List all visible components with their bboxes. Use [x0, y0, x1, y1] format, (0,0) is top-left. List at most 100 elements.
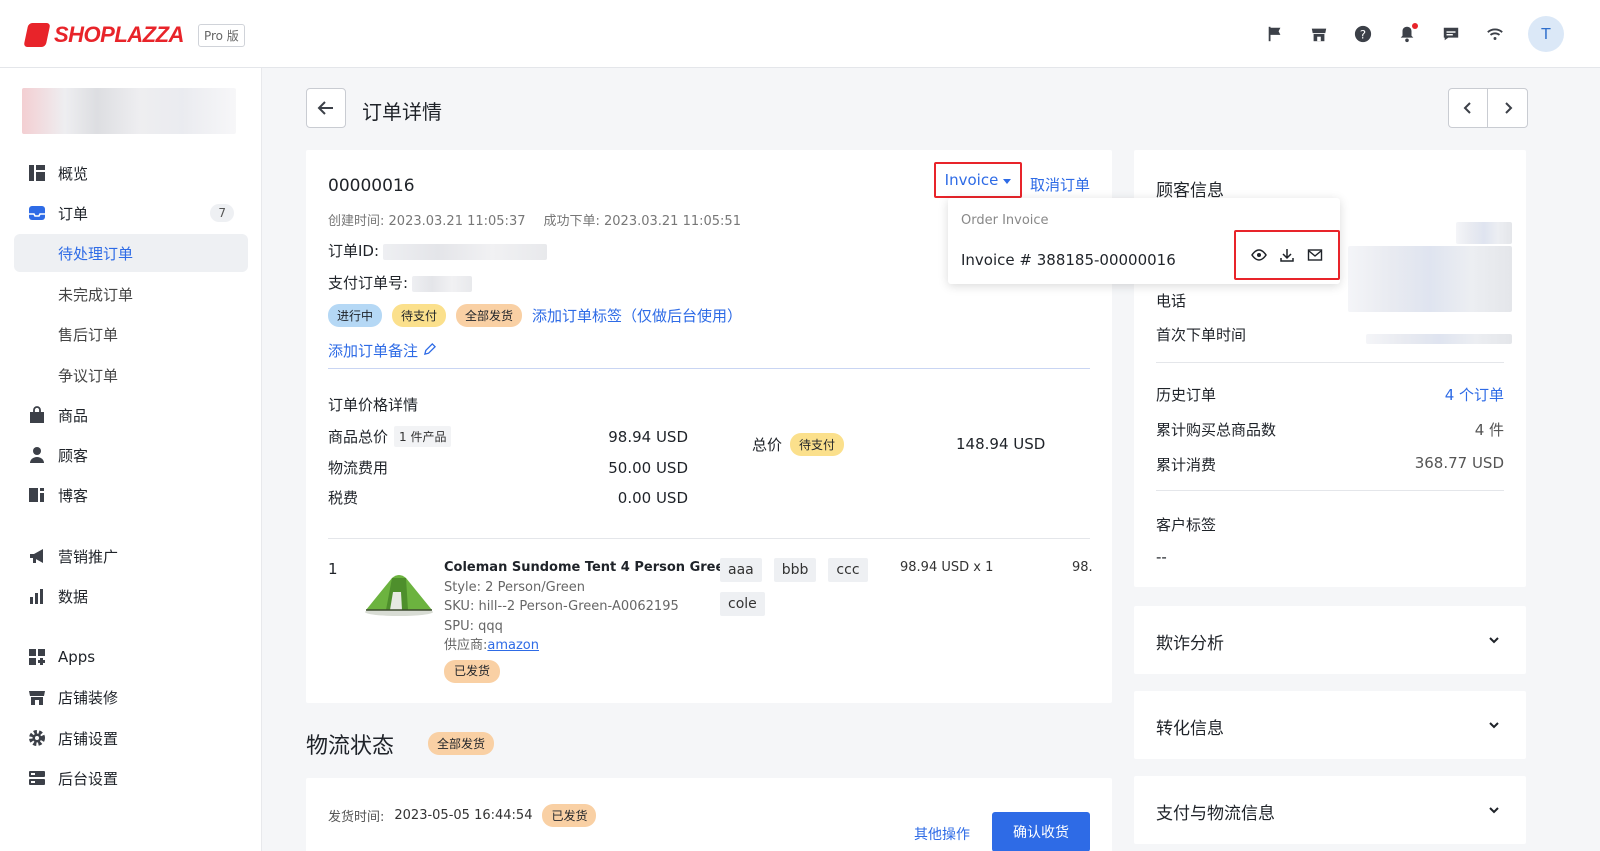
flag-icon[interactable] [1264, 23, 1286, 45]
status-tag: 进行中 [328, 304, 383, 327]
divider [1156, 362, 1504, 363]
sidebar-item-label: 概览 [58, 164, 89, 183]
history-orders-label: 历史订单 [1156, 386, 1217, 404]
store-name-blurred[interactable] [22, 88, 236, 134]
fraud-analysis-accordion[interactable]: 欺诈分析 [1134, 606, 1526, 674]
created-label: 创建时间: [328, 214, 385, 229]
payment-no-field: 支付订单号: [328, 272, 473, 293]
invoice-button-label: Invoice [944, 171, 999, 189]
sidebar-item-apps[interactable]: Apps [14, 638, 248, 676]
payment-logistics-accordion[interactable]: 支付与物流信息 [1134, 776, 1526, 844]
total-items-label: 累计购买总商品数 [1156, 421, 1277, 439]
sidebar-item-blog[interactable]: 博客 [14, 476, 248, 514]
invoice-item[interactable]: Invoice # 388185-00000016 [961, 251, 1176, 269]
order-id-label: 订单ID: [328, 242, 380, 260]
cancel-order-link[interactable]: 取消订单 [1030, 174, 1090, 195]
eye-icon[interactable] [1251, 247, 1267, 263]
sidebar-item-marketing[interactable]: 营销推广 [14, 537, 248, 575]
logistics-card: 发货时间: 2023-05-05 16:44:54 已发货 其他操作 确认收货 [306, 778, 1112, 851]
logistics-status-tag: 全部发货 [428, 732, 495, 755]
sidebar-item-aftersale-orders[interactable]: 售后订单 [14, 315, 248, 353]
invoice-actions [1234, 230, 1340, 280]
first-order-blurred [1366, 334, 1512, 344]
wifi-icon[interactable] [1484, 23, 1506, 45]
price-section-title: 订单价格详情 [328, 396, 419, 414]
payment-no-label: 支付订单号: [328, 274, 409, 292]
invoice-dropdown-header: Order Invoice [961, 213, 1049, 228]
bag-icon [28, 406, 46, 424]
phone-row: 电话 [1156, 290, 1504, 311]
customer-tags-label: 客户标签 [1156, 516, 1217, 534]
invoice-dropdown-menu: Order Invoice Invoice # 388185-00000016 [948, 198, 1340, 284]
subtotal-value: 98.94 USD [608, 427, 688, 446]
customer-tags-value: -- [1156, 548, 1167, 566]
notification-dot [1412, 23, 1418, 29]
success-label: 成功下单: [543, 214, 600, 229]
product-status-tag: 已发货 [444, 659, 501, 683]
sidebar-item-label: 后台设置 [58, 769, 119, 788]
store-icon [28, 688, 46, 706]
logo-text: SHOPLAZZA [54, 22, 184, 47]
sidebar-item-customers[interactable]: 顾客 [14, 436, 248, 474]
prev-order-button[interactable] [1449, 89, 1488, 127]
sidebar-item-products[interactable]: 商品 [14, 396, 248, 434]
shipping-row: 物流费用 50.00 USD [328, 457, 688, 478]
supplier-link[interactable]: amazon [487, 638, 539, 653]
accordion-title: 转化信息 [1156, 719, 1224, 739]
download-icon[interactable] [1279, 247, 1295, 263]
page-title: 订单详情 [362, 100, 442, 124]
chevron-down-icon [1489, 807, 1499, 814]
invoice-dropdown-button[interactable]: Invoice [934, 162, 1022, 198]
pencil-icon [423, 343, 436, 356]
logo[interactable]: SHOPLAZZA Pro 版 [23, 22, 245, 48]
sidebar-item-label: 数据 [58, 587, 89, 606]
product-thumbnail[interactable] [362, 570, 436, 616]
person-icon [28, 446, 46, 464]
bell-icon[interactable] [1396, 23, 1418, 45]
other-operations-link[interactable]: 其他操作 [914, 824, 970, 844]
conversion-info-accordion[interactable]: 转化信息 [1134, 691, 1526, 759]
total-spent-row: 累计消费 368.77 USD [1156, 454, 1504, 475]
add-note-link[interactable]: 添加订单备注 [328, 340, 436, 361]
logistics-title: 物流状态 [306, 734, 395, 759]
sidebar-item-label: 商品 [58, 406, 89, 425]
overview-icon [28, 164, 46, 182]
product-title[interactable]: Coleman Sundome Tent 4 Person Green [444, 558, 734, 578]
sidebar-item-incomplete-orders[interactable]: 未完成订单 [14, 275, 248, 313]
gear-icon [28, 729, 46, 747]
back-button[interactable] [306, 88, 346, 128]
customer-tags-value-row: -- [1156, 548, 1504, 566]
chevron-down-icon [1489, 637, 1499, 644]
ship-time-value: 2023-05-05 16:44:54 [394, 808, 533, 823]
order-id-blurred [383, 243, 548, 260]
sidebar-item-label: Apps [58, 648, 96, 666]
mail-icon[interactable] [1307, 247, 1323, 263]
store-icon[interactable] [1308, 23, 1330, 45]
chat-icon[interactable] [1440, 23, 1462, 45]
sidebar-item-overview[interactable]: 概览 [14, 154, 248, 192]
sidebar-item-orders[interactable]: 订单 7 [14, 194, 248, 232]
customer-name-blurred [1456, 222, 1512, 244]
inbox-icon [28, 204, 46, 222]
created-value: 2023.03.21 11:05:37 [388, 214, 526, 229]
accordion-title: 支付与物流信息 [1156, 804, 1275, 824]
history-orders-link[interactable]: 4 个订单 [1445, 384, 1504, 405]
bar-chart-icon [28, 587, 46, 605]
sidebar-item-data[interactable]: 数据 [14, 577, 248, 615]
order-id-field: 订单ID: [328, 240, 548, 261]
sidebar-item-label: 店铺装修 [58, 688, 119, 707]
sidebar-item-admin-settings[interactable]: 后台设置 [14, 759, 248, 797]
next-order-button[interactable] [1488, 89, 1527, 127]
sidebar-item-store-settings[interactable]: 店铺设置 [14, 719, 248, 757]
confirm-receipt-button[interactable]: 确认收货 [992, 812, 1090, 851]
sidebar-item-label: 顾客 [58, 446, 89, 465]
divider [328, 368, 1090, 369]
help-icon[interactable]: ? [1352, 23, 1374, 45]
add-tag-link[interactable]: 添加订单标签（仅做后台使用） [532, 305, 742, 326]
total-block: 总价 待支付 [752, 433, 845, 456]
subtotal-row: 商品总价 1 件产品 98.94 USD [328, 426, 688, 447]
sidebar-item-store-design[interactable]: 店铺装修 [14, 678, 248, 716]
avatar[interactable]: T [1528, 16, 1564, 52]
sidebar-item-dispute-orders[interactable]: 争议订单 [14, 356, 248, 394]
sidebar-item-pending-orders[interactable]: 待处理订单 [14, 234, 248, 272]
